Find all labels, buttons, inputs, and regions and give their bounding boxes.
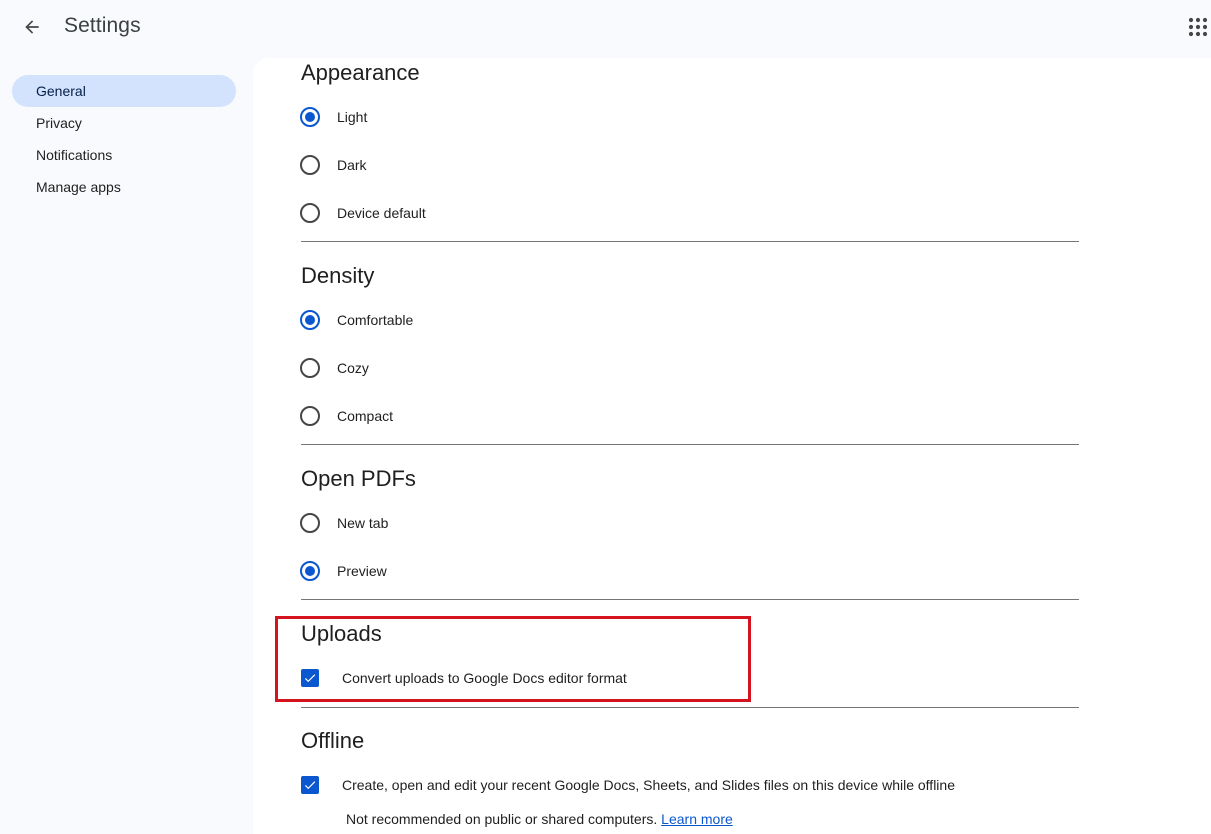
checkbox-checked[interactable] <box>301 776 319 794</box>
offline-mode-option[interactable]: Create, open and edit your recent Google… <box>301 773 955 797</box>
radio-button-checked[interactable] <box>300 310 320 330</box>
offline-warning-text: Not recommended on public or shared comp… <box>346 811 658 827</box>
appearance-option-dark[interactable]: Dark <box>299 152 367 178</box>
option-label: Light <box>337 109 368 125</box>
radio-button[interactable] <box>300 155 320 175</box>
back-button[interactable] <box>14 9 50 45</box>
option-label: Device default <box>337 205 426 221</box>
appearance-option-light[interactable]: Light <box>299 104 367 130</box>
section-divider <box>301 707 1079 708</box>
radio-button-checked[interactable] <box>300 561 320 581</box>
radio-button[interactable] <box>300 203 320 223</box>
radio-button[interactable] <box>300 513 320 533</box>
sidebar-item-notifications[interactable]: Notifications <box>12 139 236 171</box>
page-title: Settings <box>64 14 141 37</box>
density-option-cozy[interactable]: Cozy <box>299 355 369 381</box>
radio-button-checked[interactable] <box>300 107 320 127</box>
radio-button[interactable] <box>300 358 320 378</box>
sidebar-item-manage-apps[interactable]: Manage apps <box>12 171 236 203</box>
section-divider <box>301 599 1079 600</box>
section-divider <box>301 444 1079 445</box>
learn-more-link[interactable]: Learn more <box>661 811 733 827</box>
offline-heading: Offline <box>301 728 365 753</box>
arrow-back-icon <box>25 20 39 34</box>
offline-note: Not recommended on public or shared comp… <box>346 811 733 827</box>
option-label: New tab <box>337 515 389 531</box>
option-label: Compact <box>337 408 394 424</box>
google-apps-button[interactable] <box>1182 11 1211 43</box>
radio-button[interactable] <box>300 406 320 426</box>
apps-grid-icon <box>1188 17 1208 37</box>
option-label: Dark <box>337 157 367 173</box>
sidebar-item-privacy[interactable]: Privacy <box>12 107 236 139</box>
checkmark-icon <box>304 781 316 790</box>
appearance-option-device-default[interactable]: Device default <box>299 200 426 226</box>
settings-sidebar: General Privacy Notifications Manage app… <box>0 58 253 834</box>
option-label: Preview <box>337 563 387 579</box>
checkbox-label: Create, open and edit your recent Google… <box>342 777 955 793</box>
density-option-comfortable[interactable]: Comfortable <box>299 307 413 333</box>
option-label: Cozy <box>337 360 369 376</box>
settings-content: Appearance Light Dark Device default Den… <box>253 58 1211 834</box>
open-pdfs-heading: Open PDFs <box>301 466 416 491</box>
top-bar: Settings <box>0 0 1211 58</box>
open-pdfs-option-preview[interactable]: Preview <box>299 558 387 584</box>
sidebar-item-general[interactable]: General <box>12 75 236 107</box>
appearance-heading: Appearance <box>301 60 420 85</box>
density-heading: Density <box>301 263 375 288</box>
highlight-box <box>275 616 751 702</box>
density-option-compact[interactable]: Compact <box>299 403 393 429</box>
section-divider <box>301 241 1079 242</box>
option-label: Comfortable <box>337 312 414 328</box>
open-pdfs-option-new-tab[interactable]: New tab <box>299 510 388 536</box>
